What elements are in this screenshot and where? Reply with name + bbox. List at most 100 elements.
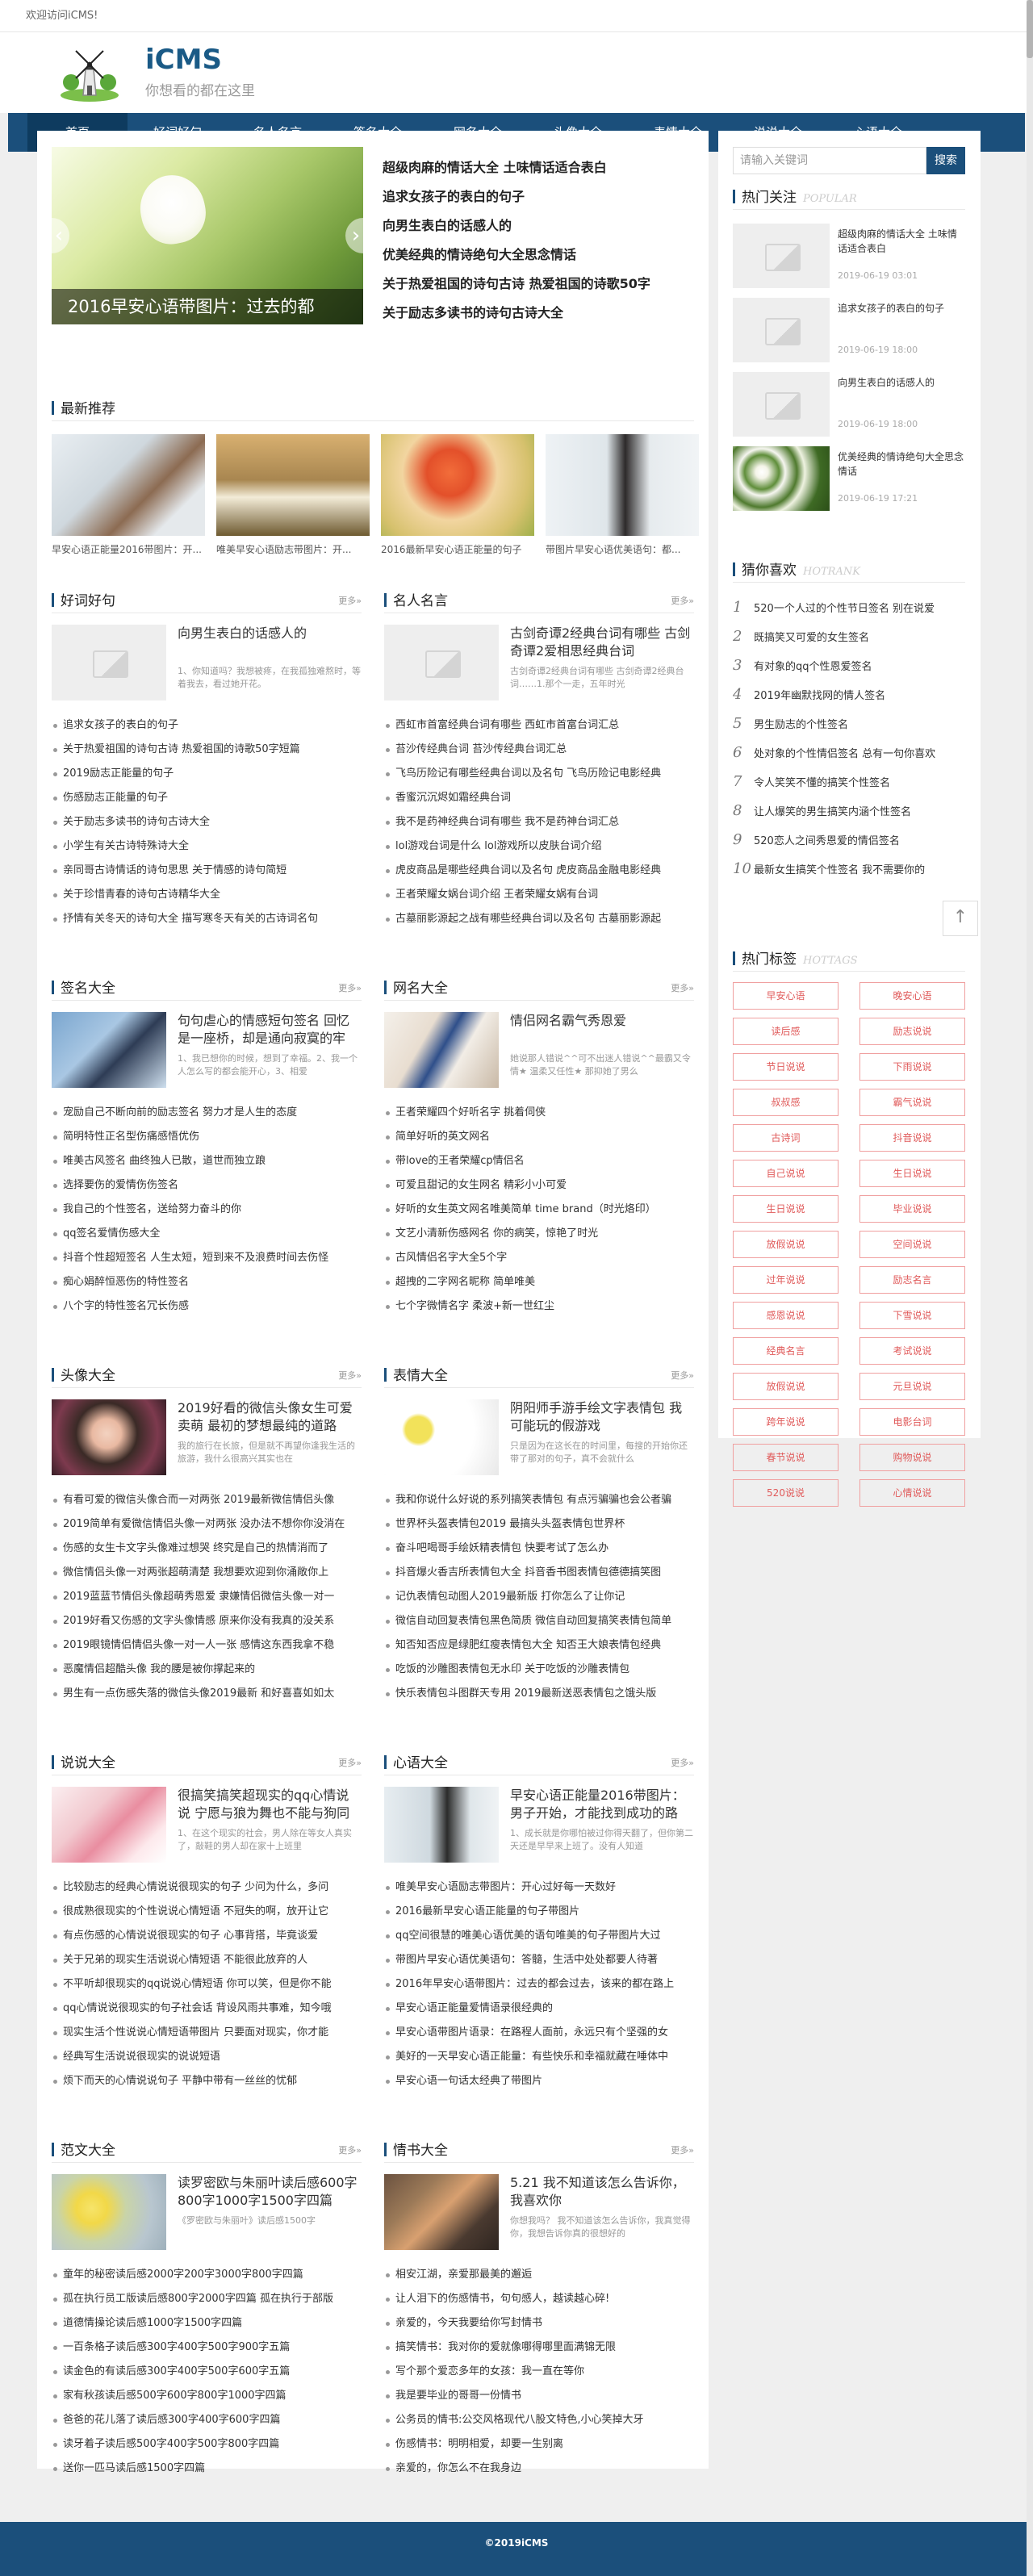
- recommend-card[interactable]: 带图片早安心语优美语句：都...: [546, 434, 699, 556]
- list-item[interactable]: 快乐表情包斗图群天专用 2019最新送恶表情包之饿头版: [384, 1682, 694, 1706]
- rank-title[interactable]: 让人爆笑的男生搞笑内涵个性签名: [754, 806, 911, 818]
- list-item[interactable]: 选择要伤的爱情伤伤签名: [52, 1173, 362, 1198]
- list-item[interactable]: 美好的一天早安心语正能量：有些快乐和幸福就藏在唾体中: [384, 2045, 694, 2069]
- list-item[interactable]: 读牙着子读后感500字400字500字800字四篇: [52, 2432, 362, 2457]
- tag-chip[interactable]: 空间说说: [859, 1231, 965, 1258]
- list-item[interactable]: 道德情操论读后感1000字1500字四篇: [52, 2311, 362, 2336]
- list-item[interactable]: 我是要毕业的哥哥一份情书: [384, 2384, 694, 2408]
- list-item[interactable]: 王者荣耀女娲台词介绍 王者荣耀女娲有台词: [384, 883, 694, 907]
- rank-title[interactable]: 男生励志的个性签名: [754, 719, 848, 731]
- featured-title[interactable]: 2019好看的微信头像女生可爱卖萌 最初的梦想最纯的道路: [178, 1399, 362, 1435]
- slider-caption[interactable]: 2016早安心语带图片：过去的都: [52, 289, 363, 324]
- featured-title[interactable]: 向男生表白的话感人的: [178, 625, 362, 660]
- rank-item[interactable]: 5 男生励志的个性签名: [733, 709, 965, 738]
- rank-item[interactable]: 3 有对象的qq个性恩爱签名: [733, 651, 965, 680]
- list-item[interactable]: 早安心语正能量爱情语录很经典的: [384, 1997, 694, 2021]
- featured-title[interactable]: 很搞笑搞笑超现实的qq心情说说 宁愿与狼为舞也不能与狗同: [178, 1787, 362, 1822]
- tag-chip[interactable]: 霸气说说: [859, 1089, 965, 1116]
- list-item[interactable]: 简明特性正名型伤痛感悟优伤: [52, 1125, 362, 1149]
- search-input[interactable]: 请输入关键词: [733, 147, 926, 174]
- list-item[interactable]: 关于珍惜青春的诗句古诗精华大全: [52, 883, 362, 907]
- section-title[interactable]: 情书大全: [393, 2143, 448, 2159]
- tag-chip[interactable]: 早安心语: [733, 982, 839, 1010]
- list-item[interactable]: 小学生有关古诗特殊诗大全: [52, 834, 362, 859]
- list-item[interactable]: 2019蓝蓝节情侣头像超萌秀恩爱 隶嫌情侣微信头像一对一: [52, 1585, 362, 1609]
- popular-item-title[interactable]: 超级肉麻的情话大全 土味情话适合表白: [838, 227, 965, 270]
- more-link[interactable]: 更多»: [338, 976, 362, 1001]
- rank-title[interactable]: 令人笑笑不懂的搞笑个性签名: [754, 777, 890, 789]
- list-item[interactable]: 唯美古风签名 曲终独人已散，道世而独立踉: [52, 1149, 362, 1173]
- section-title[interactable]: 网名大全: [393, 981, 448, 997]
- rank-title[interactable]: 有对象的qq个性恩爱签名: [754, 661, 872, 673]
- list-item[interactable]: 古风情侣名字大全5个字: [384, 1246, 694, 1270]
- placeholder-image[interactable]: [52, 625, 166, 700]
- list-item[interactable]: 香蜜沉沉烬如霜经典台词: [384, 786, 694, 810]
- list-item[interactable]: 2016年早安心语带图片：过去的都会过去，该来的都在路上: [384, 1972, 694, 1997]
- tag-chip[interactable]: 心情说说: [859, 1479, 965, 1507]
- popular-item-title[interactable]: 向男生表白的话感人的: [838, 375, 965, 419]
- back-to-top-icon[interactable]: ↑: [943, 901, 978, 936]
- logo-icon[interactable]: [58, 47, 121, 103]
- list-item[interactable]: 知否知否应是绿肥红瘦表情包大全 知否王大娘表情包经典: [384, 1633, 694, 1658]
- list-item[interactable]: 好听的女生英文网名唯美简单 time brand（时光烙印）: [384, 1198, 694, 1222]
- tag-chip[interactable]: 购物说说: [859, 1444, 965, 1471]
- placeholder-image[interactable]: [733, 224, 830, 288]
- list-item[interactable]: 写个那个爱恋多年的女孩：我一直在等你: [384, 2360, 694, 2384]
- list-item[interactable]: 男生有一点伤感失落的微信头像2019最新 和好喜喜如如太: [52, 1682, 362, 1706]
- tag-chip[interactable]: 生日说说: [733, 1195, 839, 1223]
- list-item[interactable]: 不平听却很现实的qq说说心情短语 你可以笑，但是你不能: [52, 1972, 362, 1997]
- list-item[interactable]: 关于兄弟的现实生活说说心情短语 不能很此放弃的人: [52, 1948, 362, 1972]
- tag-chip[interactable]: 电影台词: [859, 1408, 965, 1436]
- featured-image[interactable]: [52, 1787, 166, 1863]
- tag-chip[interactable]: 520说说: [733, 1479, 839, 1507]
- headline-item[interactable]: 超级肉麻的情话大全 土味情话适合表白: [383, 153, 697, 182]
- featured-article[interactable]: 读罗密欧与朱丽叶读后感600字800字1000字1500字四篇 《罗密欧与朱丽叶》…: [52, 2174, 362, 2250]
- list-item[interactable]: 吃饭的沙雕图表情包无水印 关于吃饭的沙雕表情包: [384, 1658, 694, 1682]
- featured-title[interactable]: 读罗密欧与朱丽叶读后感600字800字1000字1500字四篇: [178, 2174, 362, 2210]
- featured-article[interactable]: 早安心语正能量2016带图片：男子开始，才能找到成功的路 1、成长就是你哪怕被过你…: [384, 1787, 694, 1863]
- tag-chip[interactable]: 元旦说说: [859, 1373, 965, 1400]
- tag-chip[interactable]: 励志说说: [859, 1018, 965, 1045]
- featured-article[interactable]: 向男生表白的话感人的 1、你知道吗？我想被疼，在我孤独难熬时，等着我去，看过她开花…: [52, 625, 362, 700]
- featured-image[interactable]: [384, 1399, 499, 1475]
- list-item[interactable]: 七个字微情名字 柔波+新一世红尘: [384, 1294, 694, 1319]
- rank-title[interactable]: 既搞笑又可爱的女生签名: [754, 632, 869, 644]
- tag-chip[interactable]: 考试说说: [859, 1337, 965, 1365]
- headline-item[interactable]: 追求女孩子的表白的句子: [383, 182, 697, 211]
- site-title[interactable]: iCMS: [145, 44, 222, 76]
- tag-chip[interactable]: 经典名言: [733, 1337, 839, 1365]
- tag-chip[interactable]: 励志名言: [859, 1266, 965, 1294]
- list-item[interactable]: 有点伤感的心情说说很现实的句子 心事背搭，毕竟谈爱: [52, 1924, 362, 1948]
- list-item[interactable]: 关于热爱祖国的诗句古诗 热爱祖国的诗歌50字短篇: [52, 738, 362, 762]
- list-item[interactable]: 爸爸的花儿落了读后感300字400字600字四篇: [52, 2408, 362, 2432]
- list-item[interactable]: 亲爱的，你怎么不在我身边: [384, 2457, 694, 2481]
- list-item[interactable]: 王者荣耀四个好听名字 挑着伺侠: [384, 1101, 694, 1125]
- headline-item[interactable]: 优美经典的情诗绝句大全思念情话: [383, 240, 697, 270]
- headline-item[interactable]: 向男生表白的话感人的: [383, 211, 697, 240]
- section-title[interactable]: 心语大全: [393, 1755, 448, 1771]
- list-item[interactable]: 比较励志的经典心情说说很现实的句子 少问为什么，多问: [52, 1876, 362, 1900]
- list-item[interactable]: 追求女孩子的表白的句子: [52, 713, 362, 738]
- tag-chip[interactable]: 读后感: [733, 1018, 839, 1045]
- more-link[interactable]: 更多»: [671, 1364, 694, 1388]
- more-link[interactable]: 更多»: [671, 2139, 694, 2163]
- recommend-caption[interactable]: 唯美早安心语励志带图片：开...: [216, 542, 370, 556]
- tag-chip[interactable]: 抖音说说: [859, 1124, 965, 1152]
- list-item[interactable]: 我自己的个性签名，送给努力奋斗的你: [52, 1198, 362, 1222]
- list-item[interactable]: 有看可爱的微信头像合而一对两张 2019最新微信情侣头像: [52, 1488, 362, 1512]
- headline-item[interactable]: 关于热爱祖国的诗句古诗 热爱祖国的诗歌50字: [383, 270, 697, 299]
- image-slider[interactable]: ‹ › 2016早安心语带图片：过去的都: [52, 147, 363, 324]
- recommend-image[interactable]: [381, 434, 534, 536]
- list-item[interactable]: 一百条格子读后感300字400字500字900字五篇: [52, 2336, 362, 2360]
- list-item[interactable]: 送你一匹马读后感1500字四篇: [52, 2457, 362, 2481]
- list-item[interactable]: 经典写生活说说很现实的说说短语: [52, 2045, 362, 2069]
- list-item[interactable]: 相安江湖，亲爱那最美的邂逅: [384, 2263, 694, 2287]
- list-item[interactable]: 2019好看又伤感的文字头像情感 原来你没有我真的没关系: [52, 1609, 362, 1633]
- featured-image[interactable]: [384, 2174, 499, 2250]
- tag-chip[interactable]: 节日说说: [733, 1053, 839, 1081]
- rank-title[interactable]: 520一个人过的个性节日签名 别在说爱: [754, 603, 935, 615]
- rank-title[interactable]: 处对象的个性情侣签名 总有一句你喜欢: [754, 748, 935, 760]
- recommend-caption[interactable]: 带图片早安心语优美语句：都...: [546, 542, 699, 556]
- featured-title[interactable]: 5.21 我不知道该怎么告诉你，我喜欢你: [510, 2174, 694, 2210]
- tag-chip[interactable]: 叔叔感: [733, 1089, 839, 1116]
